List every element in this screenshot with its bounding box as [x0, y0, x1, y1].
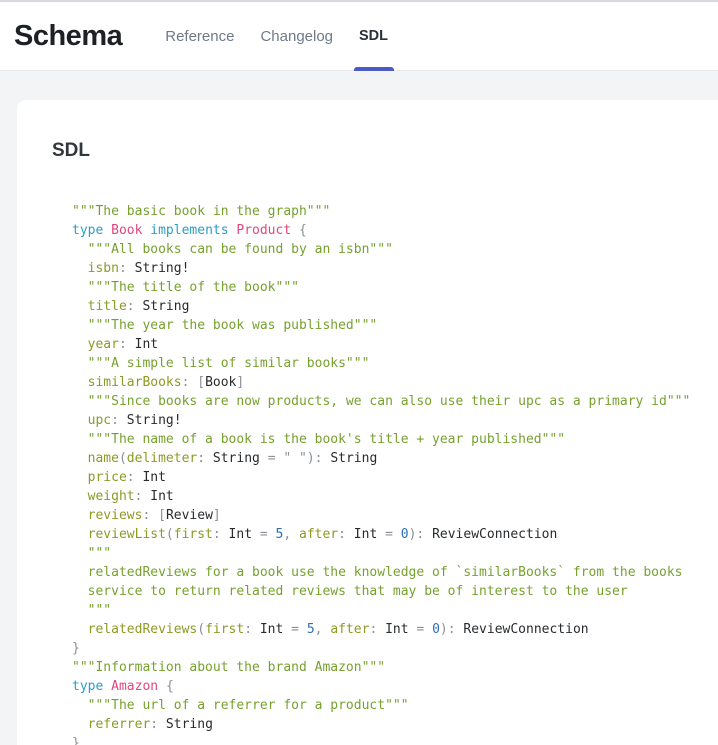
- code-line: relatedReviews(first: Int = 5, after: In…: [72, 620, 718, 639]
- code-line: }: [72, 734, 718, 745]
- code-line: name(delimeter: String = " "): String: [72, 449, 718, 468]
- code-line: """All books can be found by an isbn""": [72, 240, 718, 259]
- tab-reference[interactable]: Reference: [152, 2, 247, 70]
- code-line: """Information about the brand Amazon""": [72, 658, 718, 677]
- code-line: weight: Int: [72, 487, 718, 506]
- code-line: referrer: String: [72, 715, 718, 734]
- code-line: price: Int: [72, 468, 718, 487]
- code-line: """: [72, 601, 718, 620]
- code-line: title: String: [72, 297, 718, 316]
- tab-reference-label: Reference: [165, 28, 234, 45]
- code-line: """The title of the book""": [72, 278, 718, 297]
- code-line: """The url of a referrer for a product""…: [72, 696, 718, 715]
- page-title: Schema: [14, 20, 122, 53]
- code-line: type Book implements Product {: [72, 221, 718, 240]
- code-line: """The basic book in the graph""": [72, 202, 718, 221]
- code-line: }: [72, 639, 718, 658]
- main-area: SDL """The basic book in the graph"""typ…: [0, 71, 718, 745]
- code-line: isbn: String!: [72, 259, 718, 278]
- code-line: reviews: [Review]: [72, 506, 718, 525]
- tab-sdl[interactable]: SDL: [346, 2, 401, 70]
- code-line: """The name of a book is the book's titl…: [72, 430, 718, 449]
- sdl-heading: SDL: [52, 140, 718, 162]
- code-line: service to return related reviews that m…: [72, 582, 718, 601]
- code-line: upc: String!: [72, 411, 718, 430]
- sdl-card: SDL """The basic book in the graph"""typ…: [17, 100, 718, 745]
- code-line: reviewList(first: Int = 5, after: Int = …: [72, 525, 718, 544]
- code-line: type Amazon {: [72, 677, 718, 696]
- code-line: """The year the book was published""": [72, 316, 718, 335]
- code-line: similarBooks: [Book]: [72, 373, 718, 392]
- tab-bar: Reference Changelog SDL: [152, 2, 401, 70]
- sdl-code-block: """The basic book in the graph"""type Bo…: [72, 202, 718, 745]
- tab-changelog[interactable]: Changelog: [247, 2, 346, 70]
- code-line: year: Int: [72, 335, 718, 354]
- tab-changelog-label: Changelog: [260, 28, 333, 45]
- code-line: relatedReviews for a book use the knowle…: [72, 563, 718, 582]
- tab-sdl-label: SDL: [359, 28, 388, 44]
- code-line: """: [72, 544, 718, 563]
- code-line: """A simple list of similar books""": [72, 354, 718, 373]
- code-line: """Since books are now products, we can …: [72, 392, 718, 411]
- page-header: Schema Reference Changelog SDL: [0, 0, 718, 71]
- active-tab-indicator: [354, 67, 394, 71]
